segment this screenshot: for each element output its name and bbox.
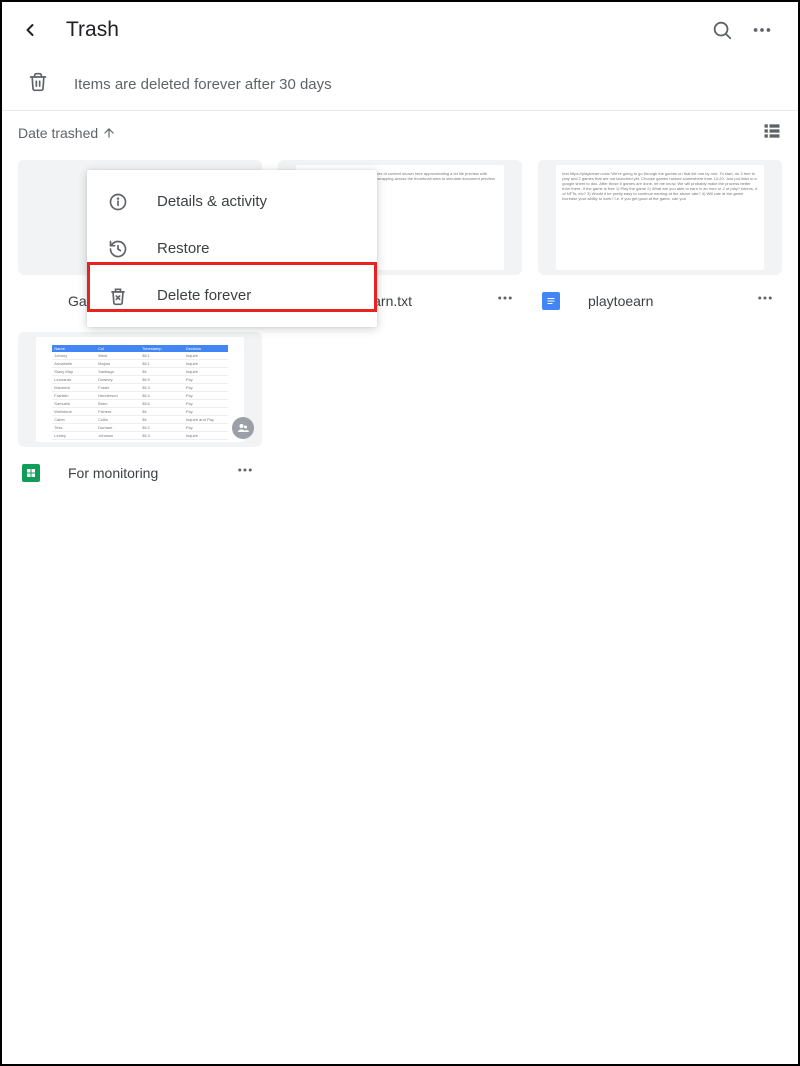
menu-item-delete-forever[interactable]: Delete forever [87,272,377,319]
trash-icon [28,72,48,96]
app-header: Trash [2,2,798,58]
file-name-label: playtoearn [588,293,752,309]
sort-label-text: Date trashed [18,125,98,141]
menu-item-details[interactable]: Details & activity [87,178,377,225]
menu-item-restore[interactable]: Restore [87,225,377,272]
arrow-up-icon [102,126,116,140]
info-icon [107,191,129,213]
menu-label: Restore [157,240,210,257]
file-more-button[interactable] [752,285,778,316]
restore-icon [107,238,129,260]
sort-by-button[interactable]: Date trashed [18,125,116,141]
sort-row: Date trashed [2,111,798,150]
context-menu: Details & activity Restore Delete foreve… [87,170,377,327]
file-more-button[interactable] [492,285,518,316]
menu-label: Details & activity [157,193,267,210]
file-more-button[interactable] [232,457,258,488]
menu-label: Delete forever [157,287,251,304]
more-options-button[interactable] [742,10,782,50]
back-button[interactable] [18,18,42,42]
file-thumbnail: test https://playtoearn.com/ We're going… [538,160,782,275]
folder-icon [22,292,40,310]
doc-icon [542,292,560,310]
delete-forever-icon [107,285,129,307]
file-card-playtoearn[interactable]: test https://playtoearn.com/ We're going… [538,160,782,316]
shared-badge-icon [232,417,254,439]
page-title: Trash [66,18,119,42]
file-name-label: For monitoring [68,465,232,481]
list-view-toggle[interactable] [762,121,782,144]
trash-info-text: Items are deleted forever after 30 days [74,76,332,93]
sheet-icon [22,464,40,482]
search-button[interactable] [702,10,742,50]
file-thumbnail: NameColTimestampDecision JohnnyWest38.1I… [18,332,262,447]
file-card-for-monitoring[interactable]: NameColTimestampDecision JohnnyWest38.1I… [18,332,262,488]
trash-info-bar: Items are deleted forever after 30 days [2,58,798,111]
